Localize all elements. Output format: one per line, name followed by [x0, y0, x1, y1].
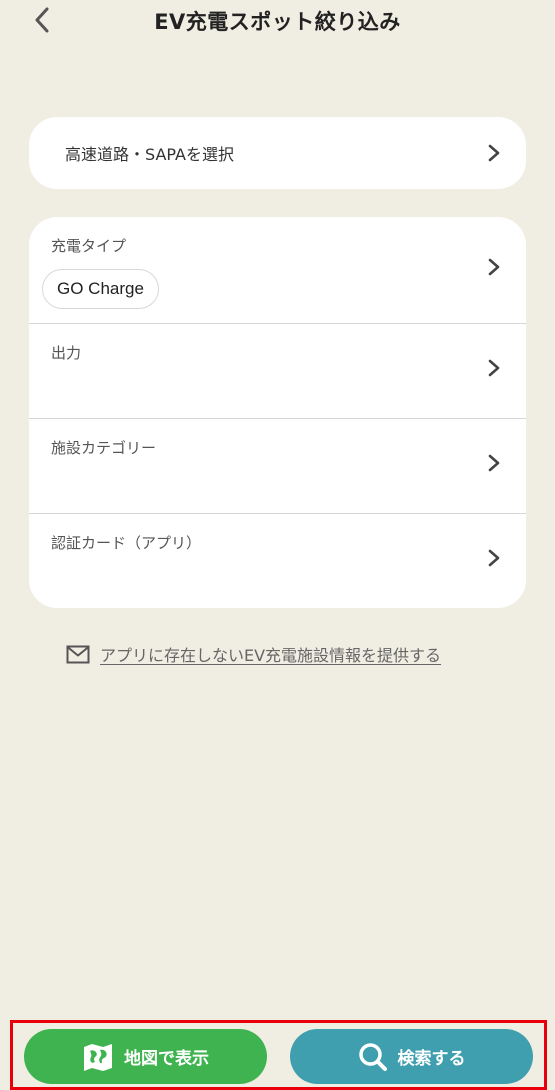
- search-icon: [358, 1042, 388, 1072]
- highway-sapa-label: 高速道路・SAPAを選択: [65, 145, 234, 164]
- chevron-right-icon: [486, 257, 502, 277]
- chevron-right-icon: [486, 453, 502, 473]
- charge-type-label: 充電タイプ: [51, 237, 127, 255]
- chevron-right-icon: [486, 548, 502, 568]
- header: EV充電スポット絞り込み: [0, 0, 555, 40]
- show-on-map-button[interactable]: 地図で表示: [24, 1029, 267, 1084]
- chevron-right-icon: [486, 143, 502, 163]
- bottom-action-bar: 地図で表示 検索する: [10, 1020, 547, 1090]
- filter-row-facility-category[interactable]: 施設カテゴリー: [29, 419, 526, 514]
- mail-icon: [66, 645, 90, 663]
- auth-card-label: 認証カード（アプリ）: [51, 534, 202, 552]
- page-title: EV充電スポット絞り込み: [154, 10, 401, 34]
- filter-row-output[interactable]: 出力: [29, 324, 526, 419]
- report-link-text: アプリに存在しないEV充電施設情報を提供する: [100, 646, 442, 665]
- search-label: 検索する: [397, 1049, 466, 1069]
- output-label: 出力: [51, 344, 82, 362]
- filter-row-charge-type[interactable]: 充電タイプ GO Charge: [29, 217, 526, 324]
- filter-card: 充電タイプ GO Charge 出力 施設カテゴリー 認証カード（アプリ）: [29, 217, 526, 608]
- map-icon: [82, 1042, 114, 1072]
- chevron-right-icon: [486, 358, 502, 378]
- search-button[interactable]: 検索する: [290, 1029, 533, 1084]
- charge-type-chip[interactable]: GO Charge: [42, 269, 159, 309]
- report-missing-facility-link[interactable]: アプリに存在しないEV充電施設情報を提供する: [66, 642, 441, 666]
- show-on-map-label: 地図で表示: [124, 1049, 209, 1069]
- highway-sapa-select[interactable]: 高速道路・SAPAを選択: [29, 117, 526, 189]
- filter-row-auth-card[interactable]: 認証カード（アプリ）: [29, 514, 526, 608]
- facility-category-label: 施設カテゴリー: [51, 439, 157, 457]
